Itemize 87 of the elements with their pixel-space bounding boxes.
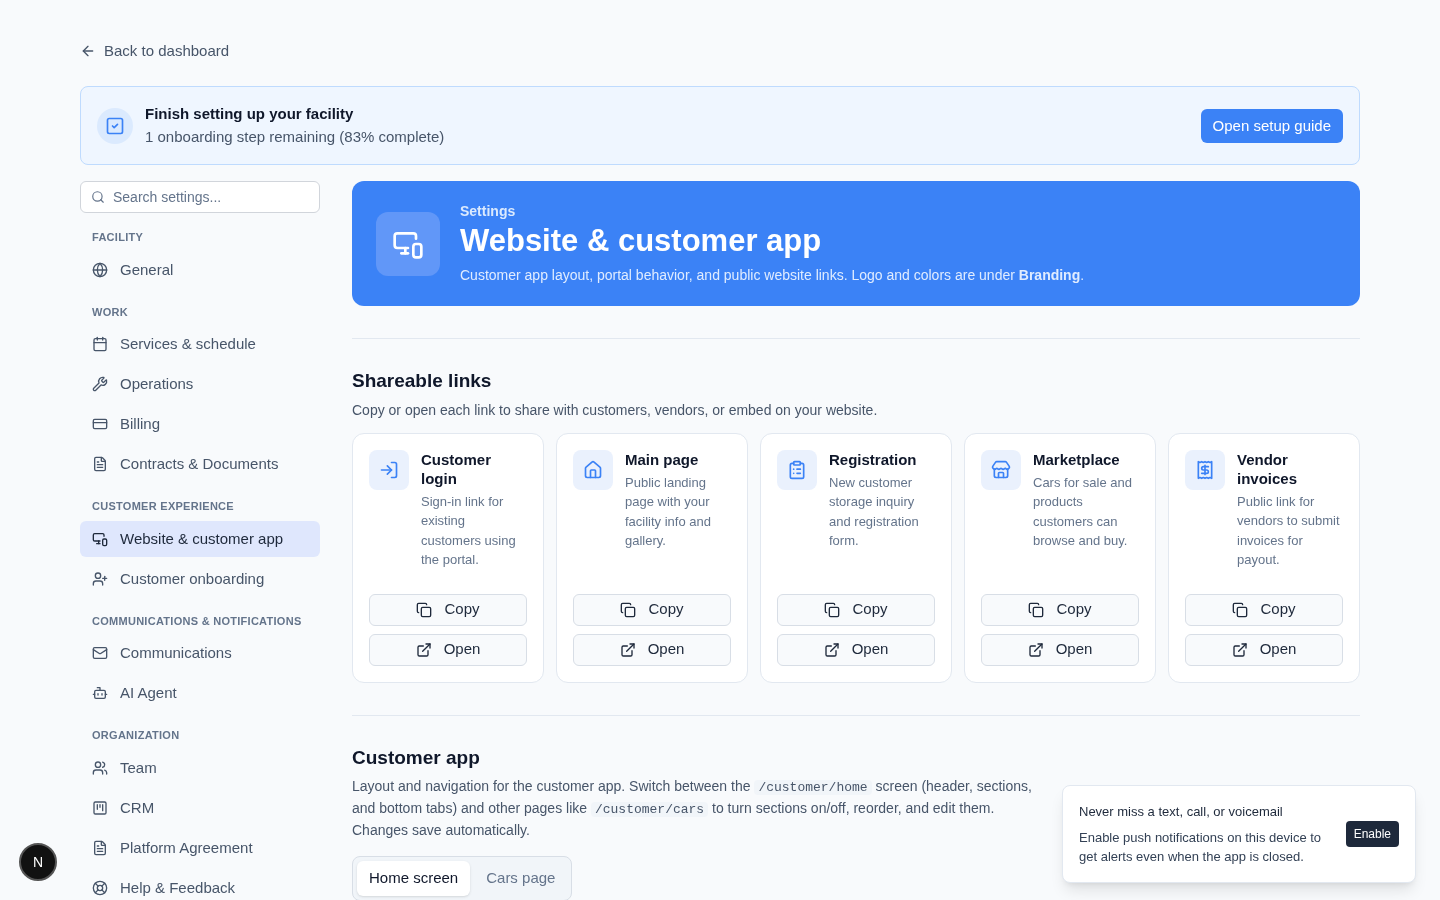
tab[interactable]: Home screen (357, 861, 471, 896)
copy-icon (416, 601, 433, 618)
mail-icon (92, 645, 108, 662)
nav-item[interactable]: Communications (80, 635, 320, 672)
external-link-icon (619, 641, 636, 658)
card-title: Marketplace (1033, 449, 1121, 469)
card-description: Sign-in link for existing customers using the portal. (421, 492, 517, 569)
copy-button[interactable]: Copy (1185, 593, 1343, 626)
card-title: Main page (625, 449, 700, 469)
page-title: Website & customer app (460, 222, 823, 261)
nav-section-heading: ORGANIZATION (91, 728, 181, 744)
card-description: Public link for vendors to submit invoices for payout. (1237, 492, 1341, 569)
checkbox-icon (97, 107, 133, 144)
nav-section-heading: FACILITY (91, 230, 145, 246)
external-link-icon (823, 641, 840, 658)
external-link-icon (1027, 641, 1044, 658)
card-title: Customer login (421, 449, 492, 488)
copy-button[interactable]: Copy (369, 593, 527, 626)
section-description: Layout and navigation for the customer app. Switch between the /customer/home screen (header, sections, and bottom tabs) and other pages like /customer/cars to turn sections on/off, reorder, and edit them. Changes save automatically. (352, 777, 1033, 840)
search-icon (91, 190, 105, 205)
nav-section-heading: CUSTOMER EXPERIENCE (91, 499, 235, 515)
wrench-icon (92, 376, 108, 393)
open-button[interactable]: Open (1185, 633, 1343, 666)
dev-badge[interactable]: N (19, 843, 57, 881)
back-link[interactable]: Back to dashboard (80, 40, 230, 63)
globe-icon (92, 261, 108, 278)
nav-section-heading: COMMUNICATIONS & NOTIFICATIONS (91, 613, 303, 629)
card-description: Cars for sale and products customers can browse and buy. (1033, 473, 1133, 550)
external-link-icon (415, 641, 432, 658)
section-title: Shareable links (352, 369, 493, 393)
document-icon (92, 456, 108, 473)
receipt-icon (1185, 449, 1225, 490)
nav-item[interactable]: Customer onboarding (80, 560, 320, 597)
search-box[interactable]: Search settings... (80, 181, 320, 214)
add-user-icon (92, 570, 108, 587)
users-icon (92, 759, 108, 776)
copy-button[interactable]: Copy (777, 593, 935, 626)
search-field[interactable]: Search settings... (113, 186, 309, 208)
devices-icon (376, 211, 440, 276)
open-button[interactable]: Open (573, 633, 731, 666)
header-eyebrow: Settings (460, 202, 517, 222)
tab[interactable]: Cars page (474, 861, 568, 896)
copy-icon (1028, 601, 1045, 618)
banner-title: Finish setting up your facility (145, 104, 355, 125)
clipboard-icon (777, 449, 817, 490)
copy-icon (1232, 601, 1249, 618)
header-description: Customer app layout, portal behavior, and public website links. Logo and colors are under Branding. (460, 266, 1085, 285)
robot-icon (92, 685, 108, 702)
nav-item[interactable]: General (80, 251, 320, 288)
card-description: New customer storage inquiry and registration form. (829, 473, 920, 550)
nav-item[interactable]: Contracts & Documents (80, 446, 320, 483)
copy-button[interactable]: Copy (981, 593, 1139, 626)
copy-button[interactable]: Copy (573, 593, 731, 626)
nav-item[interactable]: Platform Agreement (80, 829, 320, 866)
sign-in-icon (369, 449, 409, 490)
nav-item[interactable]: AI Agent (80, 675, 320, 712)
setup-guide-button[interactable]: Open setup guide (1200, 108, 1343, 143)
card-description: Public landing page with your facility info and gallery. (625, 473, 712, 550)
lifebuoy-icon (92, 879, 108, 896)
nav-item[interactable]: Billing (80, 406, 320, 443)
nav-item[interactable]: Team (80, 749, 320, 786)
store-icon (981, 449, 1021, 490)
copy-icon (620, 601, 637, 618)
board-icon (92, 799, 108, 816)
banner-subtitle: 1 onboarding step remaining (83% complete) (145, 126, 446, 147)
nav-item[interactable]: Website & customer app (80, 520, 320, 557)
copy-icon (824, 601, 841, 618)
house-icon (573, 449, 613, 490)
nav-item[interactable]: Operations (80, 366, 320, 403)
card-title: Registration (829, 449, 918, 469)
nav-item[interactable]: CRM (80, 789, 320, 826)
document-icon (92, 839, 108, 856)
devices-icon (92, 530, 108, 547)
open-button[interactable]: Open (981, 633, 1139, 666)
calendar-icon (92, 336, 108, 353)
open-button[interactable]: Open (777, 633, 935, 666)
card-title: Vendor invoices (1237, 449, 1299, 488)
nav-item[interactable]: Services & schedule (80, 326, 320, 363)
open-button[interactable]: Open (369, 633, 527, 666)
external-link-icon (1231, 641, 1248, 658)
nav-item[interactable]: Help & Feedback (80, 869, 320, 900)
nav-section-heading: WORK (91, 304, 129, 320)
toast-title: Never miss a text, call, or voicemail (1079, 803, 1284, 821)
enable-button[interactable]: Enable (1345, 820, 1399, 847)
section-title: Customer app (352, 745, 481, 770)
toast-body: Enable push notifications on this device to get alerts even when the app is closed. (1079, 828, 1323, 866)
section-description: Copy or open each link to share with customers, vendors, or embed on your website. (352, 400, 879, 420)
